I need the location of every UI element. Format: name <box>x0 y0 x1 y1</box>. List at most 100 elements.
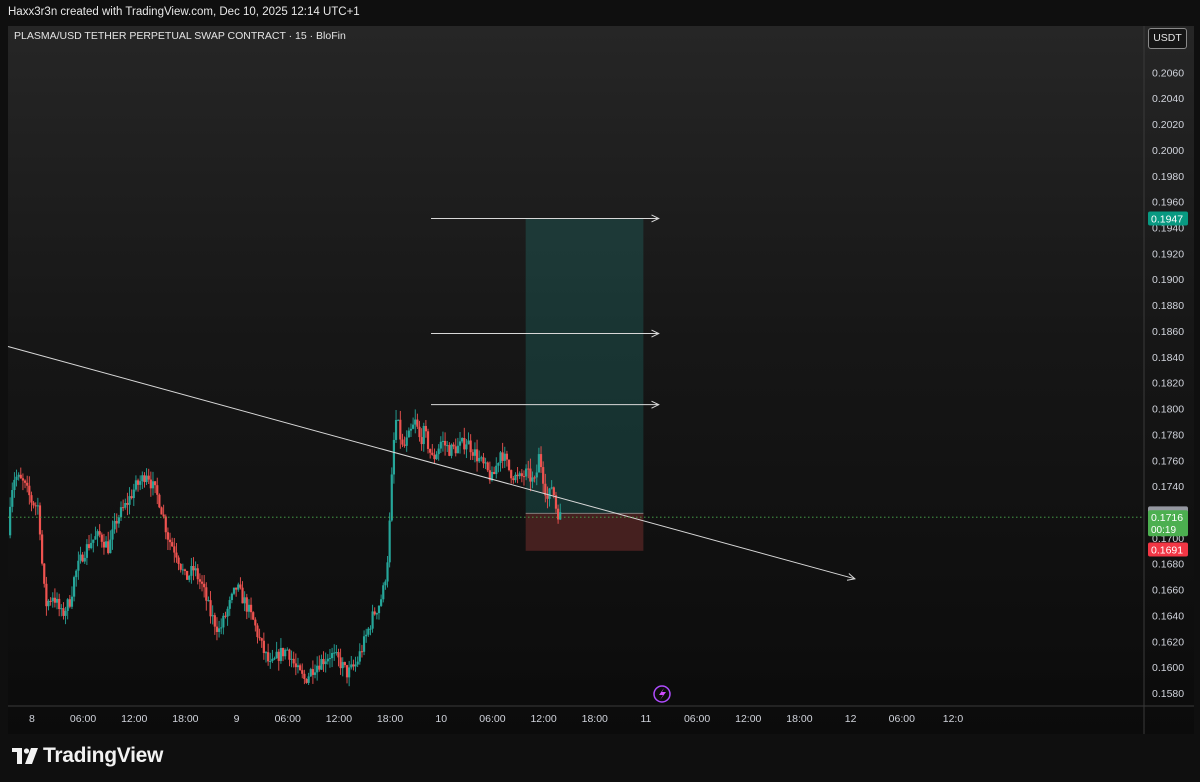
candle-down <box>318 665 321 670</box>
candle-up <box>211 615 214 617</box>
candle-down <box>154 481 157 486</box>
candle-up <box>320 659 323 670</box>
price-tick-label: 0.1920 <box>1152 248 1184 260</box>
candle-up <box>51 597 54 602</box>
candle-down <box>32 502 35 506</box>
candle-down <box>516 474 519 477</box>
candle-up <box>77 560 80 571</box>
price-tick-label: 0.1580 <box>1152 688 1184 700</box>
price-tick-label: 0.1800 <box>1152 404 1184 416</box>
candle-up <box>473 449 477 456</box>
candle-down <box>98 531 101 535</box>
candle-down <box>43 563 46 584</box>
candle-down <box>198 579 201 582</box>
candle-up <box>181 569 184 571</box>
price-tick-label: 0.1780 <box>1152 429 1184 441</box>
candle-down <box>401 439 404 445</box>
price-tick-label: 0.1960 <box>1152 197 1184 209</box>
candle-down <box>53 597 57 603</box>
candle-up <box>514 474 517 481</box>
candle-down <box>68 599 71 607</box>
candle-down <box>311 669 314 675</box>
candle-up <box>79 554 82 561</box>
candle-down <box>288 649 291 660</box>
price-tick-label: 0.1740 <box>1152 481 1184 493</box>
candle-down <box>507 459 511 471</box>
price-tick-label: 0.2020 <box>1152 119 1184 131</box>
candle-up <box>330 653 334 659</box>
price-tick-label: 0.1680 <box>1152 559 1184 571</box>
candle-up <box>9 506 12 536</box>
candle-up <box>386 562 389 582</box>
price-tick-label: 0.1840 <box>1152 352 1184 364</box>
candle-up <box>388 520 391 563</box>
candle-down <box>166 532 170 540</box>
candle-up <box>358 651 361 662</box>
candle-up <box>456 445 459 454</box>
candle-up <box>279 647 283 661</box>
tradingview-logo: TradingView <box>12 744 163 768</box>
candle-down <box>512 478 515 481</box>
candle-down <box>337 652 340 658</box>
candle-down <box>87 544 91 549</box>
candle-up <box>96 531 99 537</box>
candle-up <box>75 570 78 578</box>
candle-up <box>328 658 332 660</box>
candle-down <box>527 468 530 470</box>
candle-down <box>345 665 349 678</box>
candle-down <box>452 444 455 447</box>
price-tick-label: 0.2000 <box>1152 145 1184 157</box>
candle-up <box>531 477 534 482</box>
candle-up <box>350 664 353 668</box>
candle-down <box>122 507 125 509</box>
candle-down <box>168 539 172 543</box>
long-position-tool[interactable] <box>525 218 644 551</box>
candle-up <box>422 425 425 445</box>
candle-down <box>533 477 536 479</box>
candle-down <box>303 673 306 679</box>
candle-up <box>237 584 240 590</box>
candle-up <box>124 502 127 508</box>
candle-up <box>559 512 562 520</box>
candle-down <box>192 565 195 571</box>
time-tick-label: 06:00 <box>889 713 915 725</box>
candle-down <box>510 470 513 479</box>
price-tick-label: 0.2040 <box>1152 93 1184 105</box>
candle-up <box>446 445 449 447</box>
candle-down <box>160 507 163 515</box>
candle-up <box>271 658 274 662</box>
candle-up <box>369 628 372 630</box>
candle-down <box>209 600 212 617</box>
candle-down <box>100 534 103 542</box>
candle-down <box>277 651 280 661</box>
candle-down <box>175 552 178 558</box>
candle-down <box>373 611 376 615</box>
price-label-value: 0.1691 <box>1151 545 1183 557</box>
candle-down <box>281 647 285 657</box>
candle-down <box>200 581 204 584</box>
candle-up <box>286 649 289 651</box>
candle-up <box>190 565 193 576</box>
candle-down <box>224 615 227 617</box>
candle-down <box>26 482 29 486</box>
candle-up <box>409 428 413 431</box>
logo-text: TradingView <box>43 744 164 767</box>
candle-up <box>117 517 120 524</box>
candle-down <box>203 583 206 588</box>
candle-up <box>450 444 453 456</box>
alert-icon[interactable] <box>653 685 671 703</box>
candle-down <box>173 546 176 553</box>
candle-up <box>535 472 538 478</box>
candles-series <box>9 409 562 687</box>
candle-down <box>62 608 65 616</box>
candle-down <box>183 569 187 571</box>
candle-down <box>463 437 466 450</box>
candle-down <box>301 670 304 674</box>
candle-down <box>433 454 436 460</box>
candle-up <box>348 667 351 678</box>
price-chart[interactable]: 0.2060 0.2040 0.2020 0.2000 0.1980 0.1960 0.19… <box>0 0 1200 782</box>
candle-up <box>437 448 440 455</box>
candle-up <box>222 615 225 628</box>
time-tick-label: 12:00 <box>735 713 761 725</box>
candle-up <box>247 604 251 612</box>
